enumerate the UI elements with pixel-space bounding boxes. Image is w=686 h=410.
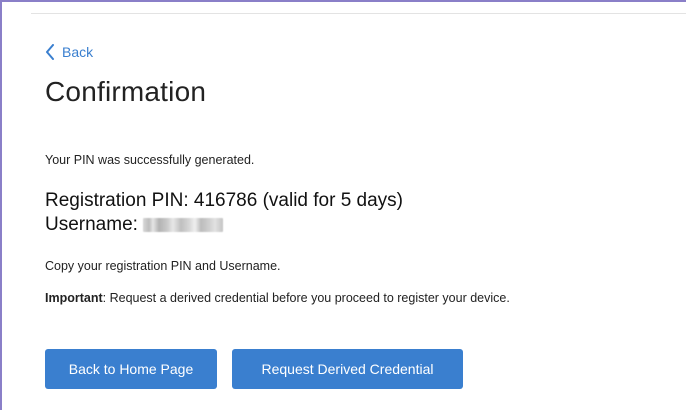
username-redacted-value (142, 218, 223, 232)
back-to-home-button[interactable]: Back to Home Page (45, 349, 217, 389)
copy-instructions: Copy your registration PIN and Username. (45, 259, 281, 273)
registration-pin: Registration PIN: 416786 (valid for 5 da… (45, 190, 404, 211)
username-row: Username: (45, 214, 223, 236)
important-label: Important (45, 291, 103, 305)
chevron-left-icon (45, 44, 55, 60)
username-label: Username: (45, 214, 138, 235)
important-text: : Request a derived credential before yo… (102, 291, 510, 305)
important-notice: Important: Request a derived credential … (45, 291, 510, 305)
header-divider (31, 13, 686, 14)
page-title: Confirmation (45, 76, 207, 107)
success-message: Your PIN was successfully generated. (45, 153, 255, 167)
back-link[interactable]: Back (45, 44, 93, 60)
request-derived-credential-button[interactable]: Request Derived Credential (232, 349, 463, 389)
back-link-label: Back (62, 44, 94, 60)
